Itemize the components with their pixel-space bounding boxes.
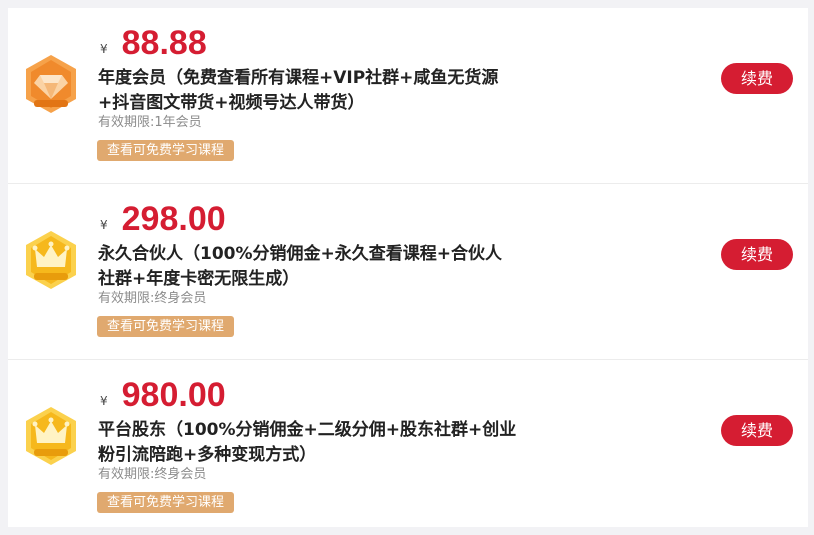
- plan-card-partner: ¥ 298.00 永久合伙人（100%分销佣金+永久查看课程+合伙人 社群+年度…: [8, 184, 808, 360]
- plan-price: 88.88: [121, 24, 207, 62]
- plan-validity: 有效期限:1年会员: [98, 115, 202, 130]
- view-free-courses-button[interactable]: 查看可免费学习课程: [97, 140, 235, 161]
- plan-title: 平台股东（100%分销佣金+二级分佣+股东社群+创业 粉引流陪跑+多种变现方式）: [98, 418, 558, 468]
- plan-title-line: 永久合伙人（100%分销佣金+永久查看课程+合伙人: [98, 244, 503, 264]
- plan-price: 298.00: [121, 200, 226, 238]
- view-free-courses-button[interactable]: 查看可免费学习课程: [97, 492, 235, 513]
- plan-title-line: 社群+年度卡密无限生成）: [98, 269, 300, 289]
- plan-validity: 有效期限:终身会员: [98, 467, 207, 482]
- price-row: ¥ 298.00: [100, 198, 226, 238]
- membership-plan-list: ¥ 88.88 年度会员（免费查看所有课程+VIP社群+咸鱼无货源 +抖音图文带…: [8, 8, 808, 527]
- crown-badge-icon: [22, 405, 80, 467]
- renew-button[interactable]: 续费: [721, 239, 793, 270]
- currency-symbol: ¥: [100, 42, 108, 56]
- diamond-badge-icon: [22, 53, 80, 115]
- view-free-courses-button[interactable]: 查看可免费学习课程: [97, 316, 235, 337]
- plan-card-annual: ¥ 88.88 年度会员（免费查看所有课程+VIP社群+咸鱼无货源 +抖音图文带…: [8, 8, 808, 184]
- price-row: ¥ 88.88: [100, 22, 207, 62]
- plan-title: 年度会员（免费查看所有课程+VIP社群+咸鱼无货源 +抖音图文带货+视频号达人带…: [98, 66, 558, 116]
- renew-button[interactable]: 续费: [721, 63, 793, 94]
- price-row: ¥ 980.00: [100, 374, 226, 414]
- renew-button[interactable]: 续费: [721, 415, 793, 446]
- plan-title: 永久合伙人（100%分销佣金+永久查看课程+合伙人 社群+年度卡密无限生成）: [98, 242, 558, 292]
- currency-symbol: ¥: [100, 394, 108, 408]
- plan-price: 980.00: [121, 376, 226, 414]
- plan-title-line: 平台股东（100%分销佣金+二级分佣+股东社群+创业: [98, 420, 517, 440]
- plan-title-line: +抖音图文带货+视频号达人带货）: [98, 93, 365, 113]
- plan-card-shareholder: ¥ 980.00 平台股东（100%分销佣金+二级分佣+股东社群+创业 粉引流陪…: [8, 360, 808, 535]
- currency-symbol: ¥: [100, 218, 108, 232]
- crown-badge-icon: [22, 229, 80, 291]
- plan-title-line: 年度会员（免费查看所有课程+VIP社群+咸鱼无货源: [98, 68, 499, 88]
- plan-title-line: 粉引流陪跑+多种变现方式）: [98, 445, 317, 465]
- plan-validity: 有效期限:终身会员: [98, 291, 207, 306]
